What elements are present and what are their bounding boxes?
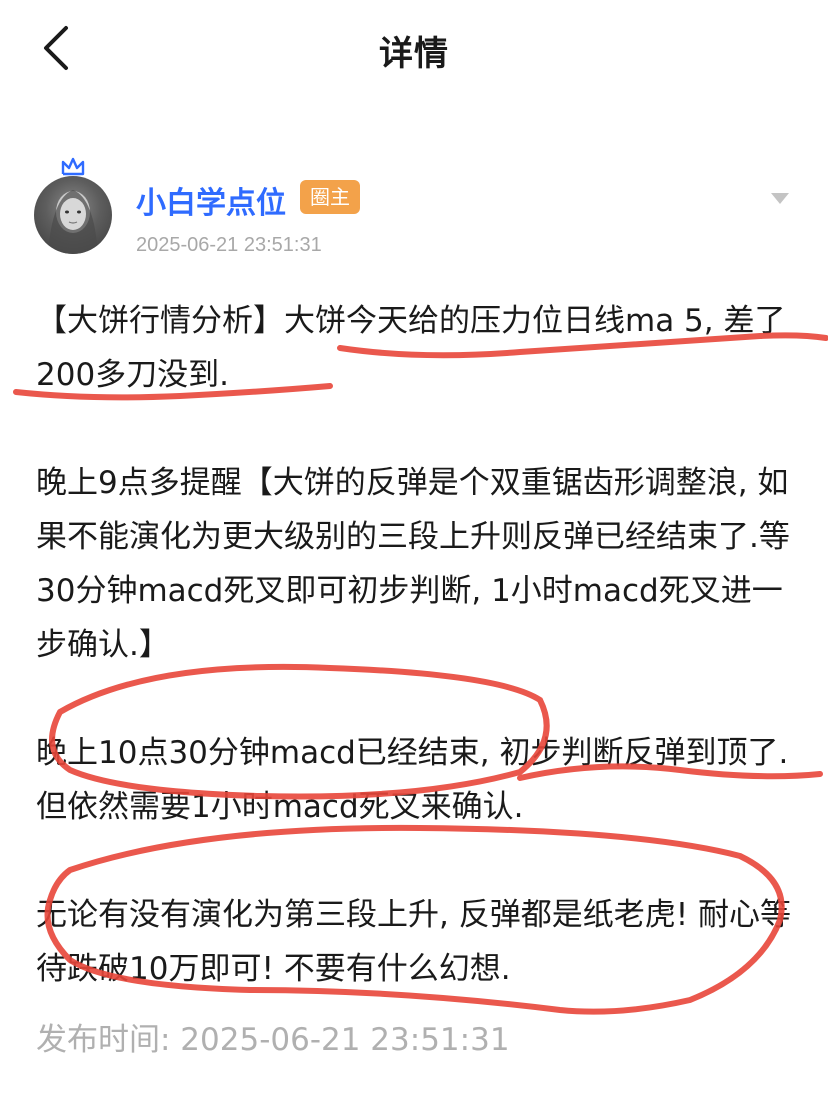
post-body: 【大饼行情分析】大饼今天给的压力位日线ma 5, 差了200多刀没到. 晚上9点… — [36, 294, 796, 1050]
author-header: 小白学点位 圈主 2025-06-21 23:51:31 — [0, 150, 828, 270]
post-paragraph: 【大饼行情分析】大饼今天给的压力位日线ma 5, 差了200多刀没到. — [36, 303, 786, 393]
post-paragraph: 晚上10点30分钟macd已经结束, 初步判断反弹到顶了.但依然需要1小时mac… — [36, 735, 789, 825]
page-title: 详情 — [379, 34, 449, 74]
more-options-button[interactable] — [766, 188, 794, 208]
crown-icon — [61, 157, 85, 176]
avatar[interactable] — [34, 176, 112, 254]
caret-down-icon — [771, 193, 789, 204]
top-nav-bar: 详情 — [0, 0, 828, 100]
owner-badge: 圈主 — [300, 180, 360, 214]
author-name[interactable]: 小白学点位 — [136, 178, 286, 222]
post-paragraph: 无论有没有演化为第三段上升, 反弹都是纸老虎! 耐心等待跌破10万即可! 不要有… — [36, 897, 791, 987]
post-timestamp: 2025-06-21 23:51:31 — [136, 234, 322, 256]
avatar-portrait — [48, 190, 98, 254]
post-paragraph: 晚上9点多提醒【大饼的反弹是个双重锯齿形调整浪, 如果不能演化为更大级别的三段上… — [36, 465, 790, 663]
publish-time: 发布时间: 2025-06-21 23:51:31 — [36, 1022, 510, 1058]
